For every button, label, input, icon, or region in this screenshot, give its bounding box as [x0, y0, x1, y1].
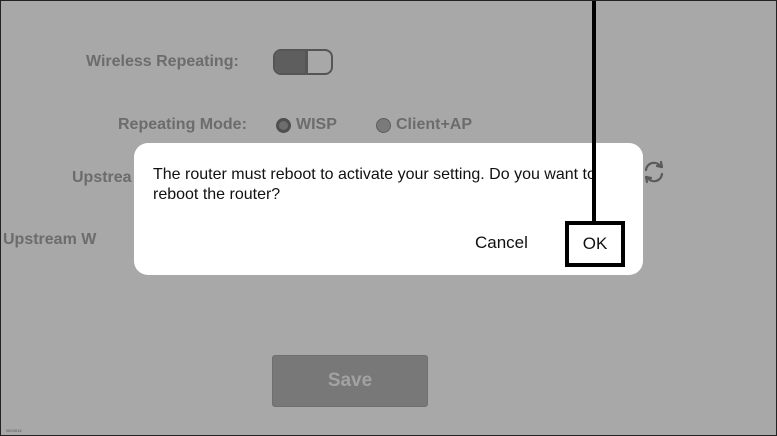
repeating-mode-label: Repeating Mode:: [118, 116, 247, 133]
ok-button-label: OK: [582, 234, 608, 253]
wireless-repeating-toggle[interactable]: [273, 49, 333, 75]
callout-line: [592, 1, 596, 221]
client-ap-radio[interactable]: [376, 118, 391, 133]
toggle-knob: [305, 51, 308, 73]
cancel-button[interactable]: Cancel: [475, 233, 528, 253]
ok-button[interactable]: OK: [565, 221, 625, 267]
refresh-icon[interactable]: [641, 159, 667, 185]
figure-code: WC0014: [6, 428, 22, 433]
wisp-radio[interactable]: [276, 118, 291, 133]
client-ap-radio-label[interactable]: Client+AP: [396, 116, 472, 134]
dialog-message: The router must reboot to activate your …: [153, 166, 596, 203]
router-settings-page: Wireless Repeating: Repeating Mode: WISP…: [0, 0, 777, 436]
wisp-radio-label[interactable]: WISP: [296, 116, 337, 134]
wireless-repeating-label: Wireless Repeating:: [86, 53, 239, 70]
upstream-wireless-label: Upstream W: [3, 231, 97, 248]
save-button-label: Save: [327, 370, 373, 391]
reboot-confirm-dialog: The router must reboot to activate your …: [134, 143, 643, 275]
upstream-network-label: Upstrea: [72, 169, 132, 186]
toggle-fill: [275, 51, 305, 73]
save-button[interactable]: Save: [272, 355, 428, 407]
